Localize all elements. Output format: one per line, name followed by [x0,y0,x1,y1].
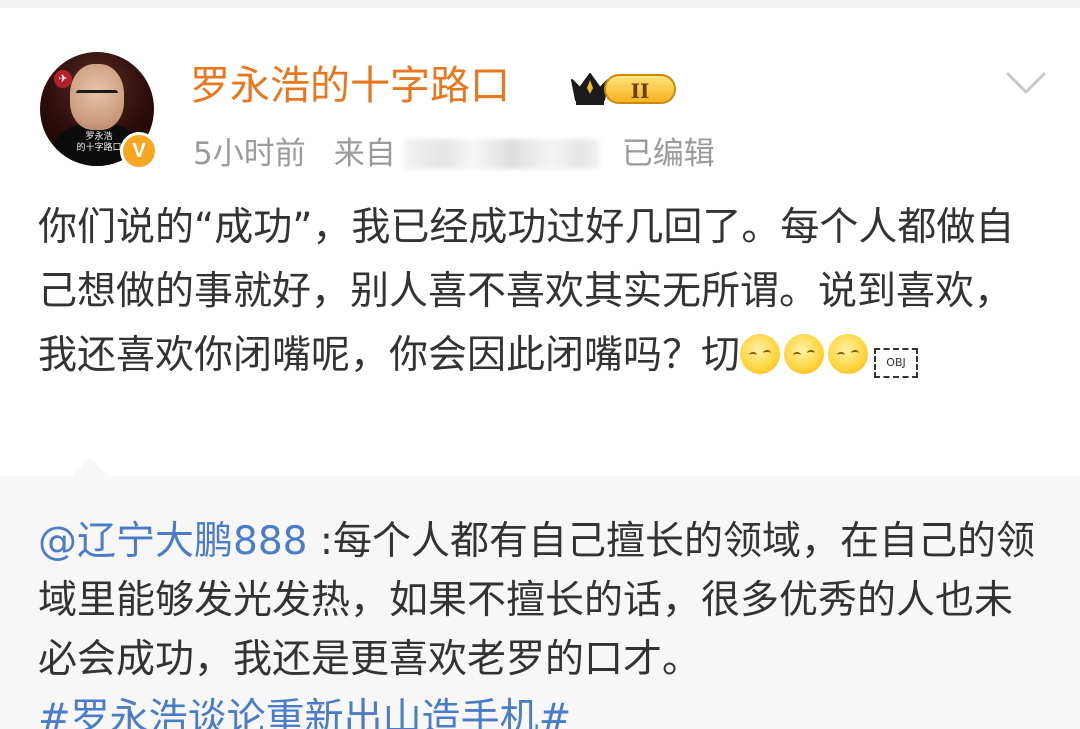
edited-label[interactable]: 已编辑 [622,132,715,176]
obj-placeholder: OBJ [874,348,919,378]
post-header: ✈ 罗永浩 的十字路口 V 罗永浩的十字路口 II 5小时前 来自 已编辑 [0,8,1080,178]
emoji-icon [740,334,781,374]
post-source-redacted [403,139,600,169]
author-name[interactable]: 罗永浩的十字路口 [190,62,510,110]
retweet-pointer [72,458,108,476]
post-meta: 5小时前 来自 已编辑 [193,132,715,176]
retweet-body: @辽宁大鹏888 :每个人都有自己擅长的领域，在自己的领域里能够发光发热，如果不… [38,512,1048,729]
vip-level-label: II [604,74,676,104]
vip-badge[interactable]: II [568,68,680,108]
verified-badge-icon: V [120,132,158,170]
top-divider [0,0,1080,8]
brand-logo-icon: ✈ [54,70,72,88]
emoji-icon [784,334,825,374]
hashtag-link[interactable]: #罗永浩谈论重新出山造手机# [38,689,1048,729]
author-avatar[interactable]: ✈ 罗永浩 的十字路口 V [40,52,160,172]
retweet-card[interactable]: @辽宁大鹏888 :每个人都有自己擅长的领域，在自己的领域里能够发光发热，如果不… [0,458,1080,729]
post-body: 你们说的“成功”，我已经成功过好几回了。每个人都做自己想做的事就好，别人喜不喜欢… [38,196,1042,388]
emoji-icon [828,334,869,374]
avatar-glasses [76,90,118,100]
post-source-prefix: 来自 [333,136,396,172]
post-time: 5小时前 [193,136,306,172]
mention-link[interactable]: @辽宁大鹏888 [38,519,307,564]
chevron-down-icon[interactable] [1004,70,1048,96]
